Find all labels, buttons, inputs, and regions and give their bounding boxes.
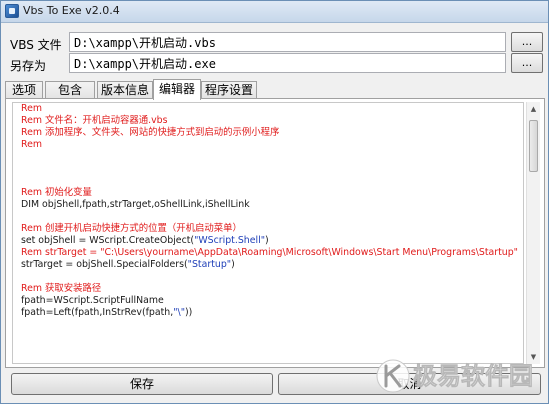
code-line: Rem [21, 103, 42, 114]
scroll-down-icon[interactable]: ▼ [527, 350, 540, 364]
scroll-thumb[interactable] [529, 120, 538, 172]
code-line: set objShell = WScript.CreateObject("WSc… [13, 235, 523, 247]
code-line: DIM objShell,fpath,strTarget,oShellLink,… [21, 199, 250, 210]
code-text: ) [265, 235, 269, 246]
tab-options[interactable]: 选项 [5, 81, 43, 99]
code-line: Rem 获取安装路径 [21, 283, 102, 294]
cancel-button[interactable]: 取消 [278, 373, 541, 395]
code-line: Rem 初始化变量 [21, 187, 92, 198]
scroll-up-icon[interactable]: ▲ [527, 102, 540, 116]
code-line: Rem 创建开机启动快捷方式的位置（开机启动菜单） [21, 223, 242, 234]
code-editor[interactable]: Rem Rem 文件名：开机启动容器通.vbs Rem 添加程序、文件夹、网站的快捷… [12, 102, 524, 364]
code-text: set objShell = WScript.CreateObject( [21, 235, 195, 246]
save-as-label: 另存为 [10, 59, 47, 73]
code-line: fpath=Left(fpath,InStrRev(fpath,"\")) [13, 307, 523, 319]
vbs-file-label: VBS 文件 [10, 38, 62, 52]
code-line: fpath=WScript.ScriptFullName [21, 295, 164, 306]
tab-editor[interactable]: 编辑器 [153, 79, 201, 100]
app-window: Vbs To Exe v2.0.4 VBS 文件 ... 另存为 ... 选项 … [0, 0, 549, 404]
save-as-browse-button[interactable]: ... [511, 53, 543, 73]
tab-include[interactable]: 包含 [45, 81, 95, 99]
window-title: Vbs To Exe v2.0.4 [23, 4, 120, 17]
vbs-file-row: VBS 文件 ... [1, 32, 548, 54]
title-bar[interactable]: Vbs To Exe v2.0.4 [1, 1, 548, 23]
code-string: "Startup" [187, 259, 232, 270]
editor-tab-panel: Rem Rem 文件名：开机启动容器通.vbs Rem 添加程序、文件夹、网站的快捷… [5, 98, 545, 368]
code-text: strTarget = objShell.SpecialFolders( [21, 259, 188, 270]
vbs-browse-button[interactable]: ... [511, 32, 543, 52]
code-line: Rem 添加程序、文件夹、网站的快捷方式到启动的示例小程序 [21, 127, 280, 138]
code-text: )) [185, 307, 193, 318]
code-line: Rem [21, 139, 42, 150]
code-line: Rem strTarget = "C:\Users\yourname\AppDa… [21, 247, 518, 258]
code-line: strTarget = objShell.SpecialFolders("Sta… [13, 259, 523, 271]
tab-bar: 选项 包含 版本信息 编辑器 程序设置 [5, 79, 545, 100]
code-string: "WScript.Shell" [194, 235, 266, 246]
code-text: ) [231, 259, 235, 270]
code-text: fpath=Left(fpath,InStrRev(fpath, [21, 307, 174, 318]
save-as-input[interactable] [69, 53, 506, 73]
save-as-row: 另存为 ... [1, 53, 548, 75]
code-string: "\" [173, 307, 186, 318]
tab-version-info[interactable]: 版本信息 [97, 81, 153, 99]
code-line: Rem 文件名：开机启动容器通.vbs [21, 115, 168, 126]
save-button[interactable]: 保存 [11, 373, 273, 395]
tab-program-settings[interactable]: 程序设置 [201, 81, 257, 99]
editor-scrollbar[interactable]: ▲ ▼ [526, 102, 540, 364]
app-icon [5, 4, 19, 18]
vbs-file-input[interactable] [69, 32, 506, 52]
